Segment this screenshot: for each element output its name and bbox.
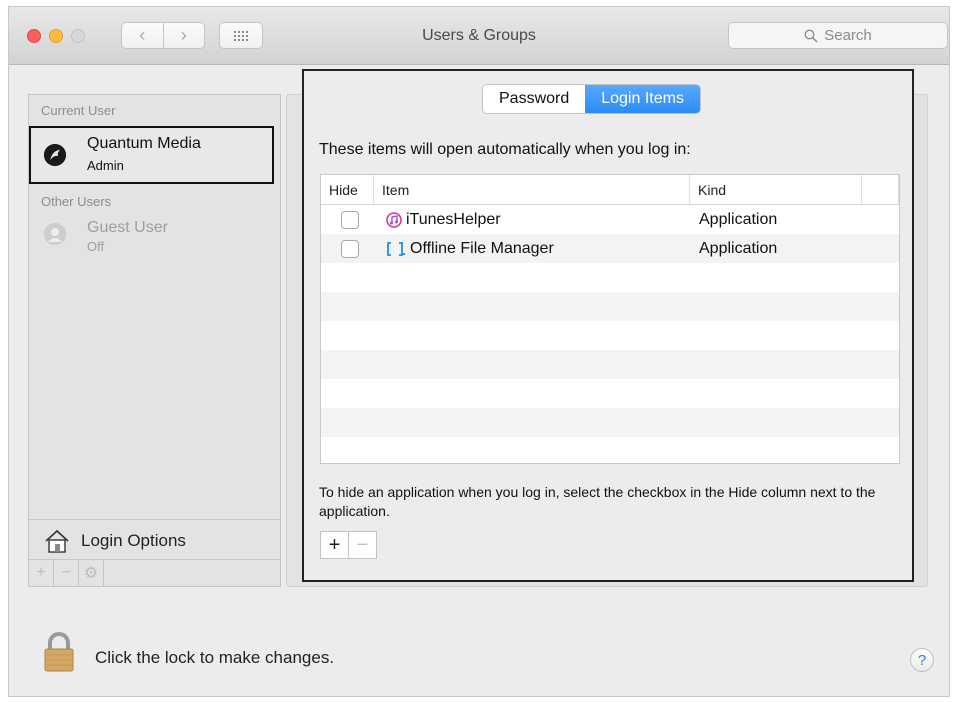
column-item[interactable]: Item xyxy=(374,175,690,204)
login-items-table: Hide Item Kind iTunesHelper Application … xyxy=(320,174,900,464)
guest-user-status: Off xyxy=(87,239,105,254)
column-hide[interactable]: Hide xyxy=(321,175,374,204)
users-sidebar: Current User Quantum Media Admin Other U… xyxy=(28,94,281,587)
lock-button[interactable] xyxy=(42,631,76,673)
tab-password[interactable]: Password xyxy=(483,85,586,113)
hide-checkbox[interactable] xyxy=(341,239,359,258)
remove-item-button[interactable]: − xyxy=(349,532,376,558)
empty-row xyxy=(321,292,899,321)
table-row[interactable]: Offline File Manager Application xyxy=(321,234,899,263)
hide-checkbox[interactable] xyxy=(341,210,359,229)
login-items-intro: These items will open automatically when… xyxy=(319,141,691,158)
lock-message: Click the lock to make changes. xyxy=(95,648,335,667)
user-actions-button[interactable]: ⚙ xyxy=(79,560,104,586)
current-user-heading: Current User xyxy=(41,103,116,118)
hide-help-text: To hide an application when you log in, … xyxy=(319,484,876,519)
tab-bar: Password Login Items xyxy=(482,84,701,114)
login-options-label: Login Options xyxy=(81,531,186,550)
title-bar: ‹ › Users & Groups Search xyxy=(9,7,949,65)
sidebar-bottom-bar: + − ⚙ xyxy=(29,559,280,586)
search-placeholder: Search xyxy=(824,27,872,44)
empty-row xyxy=(321,321,899,350)
item-name: Offline File Manager xyxy=(410,239,554,257)
add-remove-control: + − xyxy=(320,531,377,559)
add-user-button[interactable]: + xyxy=(29,560,54,586)
question-mark-icon: ? xyxy=(917,651,927,669)
column-kind[interactable]: Kind xyxy=(690,175,862,204)
guest-user-name: Guest User xyxy=(87,219,168,236)
help-button[interactable]: ? xyxy=(910,648,934,672)
remove-user-button[interactable]: − xyxy=(54,560,79,586)
search-icon xyxy=(804,28,818,43)
current-user-role: Admin xyxy=(87,158,124,173)
offline-file-manager-icon xyxy=(387,241,405,256)
empty-row xyxy=(321,379,899,408)
tab-login-items[interactable]: Login Items xyxy=(585,85,700,113)
empty-row xyxy=(321,350,899,379)
house-icon xyxy=(45,529,69,553)
search-field[interactable]: Search xyxy=(728,22,948,49)
item-name: iTunesHelper xyxy=(406,210,501,228)
column-spacer xyxy=(862,175,899,204)
guest-avatar xyxy=(44,223,66,245)
empty-row xyxy=(321,263,899,292)
user-row-guest[interactable]: Guest User Off xyxy=(29,213,274,263)
login-items-panel: Password Login Items These items will op… xyxy=(302,69,914,582)
empty-row xyxy=(321,437,899,463)
gear-icon: ⚙ xyxy=(83,565,99,582)
other-users-heading: Other Users xyxy=(41,194,112,209)
current-user-name: Quantum Media xyxy=(87,135,201,152)
table-header: Hide Item Kind xyxy=(321,175,899,205)
empty-row xyxy=(321,408,899,437)
user-row-current[interactable]: Quantum Media Admin xyxy=(29,126,274,184)
table-row[interactable]: iTunesHelper Application xyxy=(321,205,899,234)
login-options-item[interactable]: Login Options xyxy=(29,519,280,562)
eagle-icon xyxy=(44,144,66,166)
lock-icon xyxy=(44,632,74,672)
item-kind: Application xyxy=(699,239,778,257)
add-item-button[interactable]: + xyxy=(321,532,349,558)
person-icon xyxy=(44,223,66,245)
itunes-icon xyxy=(386,211,402,228)
avatar xyxy=(44,144,66,166)
item-kind: Application xyxy=(699,210,778,228)
